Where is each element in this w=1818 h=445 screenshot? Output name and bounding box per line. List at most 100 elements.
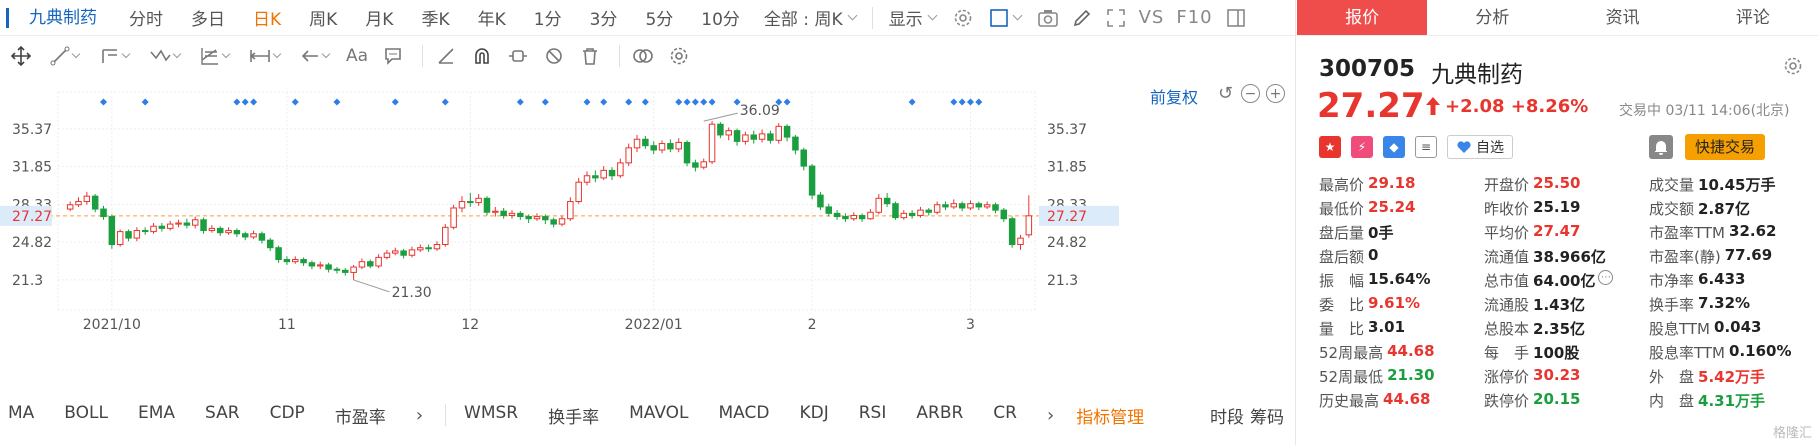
period-tab[interactable]: 5分 bbox=[631, 5, 687, 30]
add-watchlist-button[interactable]: 自选 bbox=[1447, 135, 1513, 159]
quote-cell: 委 比 9.61% bbox=[1319, 294, 1484, 315]
candle-body bbox=[917, 209, 924, 216]
indicator-tab[interactable]: 换手率 bbox=[548, 403, 599, 428]
quote-label: 成交量 bbox=[1649, 175, 1695, 194]
time-period-tab[interactable]: 时段 bbox=[1210, 403, 1244, 428]
signal-marker bbox=[291, 98, 299, 106]
indicator-tab[interactable]: EMA bbox=[138, 403, 175, 428]
overlay-icon[interactable] bbox=[628, 41, 658, 71]
indicator-manage-button[interactable]: 指标管理 bbox=[1076, 403, 1144, 428]
period-tab[interactable]: 季K bbox=[407, 5, 463, 30]
quick-trade-button[interactable]: 快捷交易 bbox=[1685, 134, 1765, 160]
quote-tab[interactable]: 报价 bbox=[1297, 0, 1428, 35]
quote-cell: 平均价 27.47 bbox=[1484, 222, 1649, 243]
chevron-right-icon[interactable]: › bbox=[416, 405, 423, 426]
candle-body bbox=[392, 250, 399, 254]
pencil-icon[interactable] bbox=[1069, 5, 1095, 31]
parallel-lines-icon bbox=[101, 49, 117, 63]
trash-icon[interactable] bbox=[575, 41, 605, 71]
period-tab[interactable]: 月K bbox=[351, 5, 407, 30]
quote-value: 44.68 bbox=[1387, 341, 1435, 360]
indicator-tab[interactable]: KDJ bbox=[799, 403, 828, 428]
layout-dropdown[interactable] bbox=[980, 8, 1031, 27]
quote-value: 30.23 bbox=[1533, 365, 1581, 384]
quote-value: 27.47 bbox=[1533, 221, 1581, 240]
quote-value: 100股 bbox=[1533, 343, 1580, 362]
indicator-tab[interactable]: RSI bbox=[859, 403, 887, 428]
period-tab[interactable]: 10分 bbox=[687, 5, 754, 30]
indicator-tab[interactable]: CDP bbox=[270, 403, 305, 428]
quote-panel: 报价 分析 资讯 评论 300705 九典制药 27.27 +2.08 +8.26% … bbox=[1297, 0, 1818, 445]
zoom-in-icon[interactable]: + bbox=[1266, 84, 1285, 103]
candle-body bbox=[708, 123, 716, 163]
move-icon[interactable] bbox=[6, 41, 36, 71]
chevron-right-icon[interactable]: › bbox=[1047, 405, 1054, 426]
period-tab[interactable]: 1分 bbox=[520, 5, 576, 30]
period-tab[interactable]: 年K bbox=[464, 5, 520, 30]
f10-button[interactable]: F10 bbox=[1176, 7, 1212, 28]
signal-marker bbox=[783, 98, 791, 106]
settings-gear-icon[interactable] bbox=[950, 5, 976, 31]
period-tab[interactable]: 日K bbox=[239, 5, 295, 30]
candle-body bbox=[283, 259, 291, 263]
settings-gear-icon[interactable] bbox=[1783, 56, 1803, 80]
bell-icon[interactable] bbox=[1649, 135, 1673, 159]
indicator-tab[interactable]: SAR bbox=[205, 403, 240, 428]
fullscreen-icon[interactable] bbox=[1103, 5, 1129, 31]
arrow-tool[interactable] bbox=[292, 41, 336, 71]
more-icon[interactable]: ⋯ bbox=[1598, 269, 1614, 285]
indicator-tab[interactable]: 市盈率 bbox=[335, 403, 386, 428]
period-tab[interactable]: 周K bbox=[295, 5, 351, 30]
comment-icon[interactable] bbox=[378, 41, 408, 71]
stock-name-tab[interactable]: 九典制药 bbox=[6, 7, 115, 28]
price-adjust-toggle[interactable]: 前复权 bbox=[1150, 84, 1198, 108]
period-tab[interactable]: 分时 bbox=[115, 5, 177, 30]
settings-gear-icon[interactable] bbox=[664, 41, 694, 71]
sidebar-toggle-icon[interactable] bbox=[1223, 5, 1249, 31]
channel-tool[interactable] bbox=[92, 41, 136, 71]
chevron-down-icon bbox=[847, 10, 858, 21]
lightning-icon[interactable]: ⚡ bbox=[1351, 136, 1373, 158]
indicator-tab[interactable]: MACD bbox=[719, 403, 770, 428]
indicator-tab[interactable]: MA bbox=[8, 403, 34, 428]
range-dropdown[interactable]: 全部 : 周K bbox=[754, 5, 866, 30]
indicator-tab[interactable]: WMSR bbox=[464, 403, 518, 428]
divider bbox=[871, 6, 873, 29]
magnet-icon[interactable] bbox=[467, 41, 497, 71]
candle-body bbox=[350, 266, 357, 273]
quote-tab[interactable]: 分析 bbox=[1427, 0, 1557, 35]
quote-tab[interactable]: 资讯 bbox=[1558, 0, 1688, 35]
text-tool[interactable]: Aa bbox=[342, 41, 372, 71]
camera-icon[interactable] bbox=[1035, 5, 1061, 31]
indicator-tab[interactable]: MAVOL bbox=[629, 403, 688, 428]
candle-body bbox=[408, 249, 416, 256]
quote-cell: 市净率 6.433 bbox=[1649, 270, 1814, 291]
vs-button[interactable]: VS bbox=[1139, 7, 1165, 28]
indicator-tab[interactable]: ARBR bbox=[916, 403, 963, 428]
line-tool[interactable] bbox=[42, 41, 86, 71]
candle-body bbox=[742, 134, 749, 142]
reset-icon[interactable]: ↺ bbox=[1216, 84, 1235, 103]
measure-tool[interactable] bbox=[242, 41, 286, 71]
candle-body bbox=[100, 208, 107, 218]
tag-icon[interactable]: ◆ bbox=[1383, 136, 1405, 158]
quote-cell: 涨停价 30.23 bbox=[1484, 366, 1649, 387]
lock-link-icon[interactable] bbox=[503, 41, 533, 71]
quote-cell: 成交量 10.45万手 bbox=[1649, 174, 1814, 195]
zoom-out-icon[interactable]: − bbox=[1241, 84, 1260, 103]
quote-tab[interactable]: 评论 bbox=[1688, 0, 1818, 35]
quote-value: 5.42万手 bbox=[1698, 367, 1766, 386]
wave-tool[interactable] bbox=[142, 41, 186, 71]
period-tab[interactable]: 多日 bbox=[177, 5, 239, 30]
indicator-tab[interactable]: CR bbox=[993, 403, 1017, 428]
ruler-slash-icon[interactable] bbox=[431, 41, 461, 71]
hide-icon[interactable] bbox=[539, 41, 569, 71]
y-tick-label: 21.3 bbox=[1047, 273, 1078, 289]
indicator-tab[interactable]: BOLL bbox=[64, 403, 108, 428]
candlestick-chart[interactable]: 35.37 35.3731.85 31.8528.33 28.3327.27 27.27… bbox=[0, 80, 1150, 395]
display-dropdown[interactable]: 显示 bbox=[879, 5, 946, 30]
document-icon[interactable]: ≡ bbox=[1415, 136, 1437, 158]
chip-distribution-tab[interactable]: 筹码 bbox=[1250, 403, 1284, 428]
period-tab[interactable]: 3分 bbox=[576, 5, 632, 30]
fib-tool[interactable] bbox=[192, 41, 236, 71]
